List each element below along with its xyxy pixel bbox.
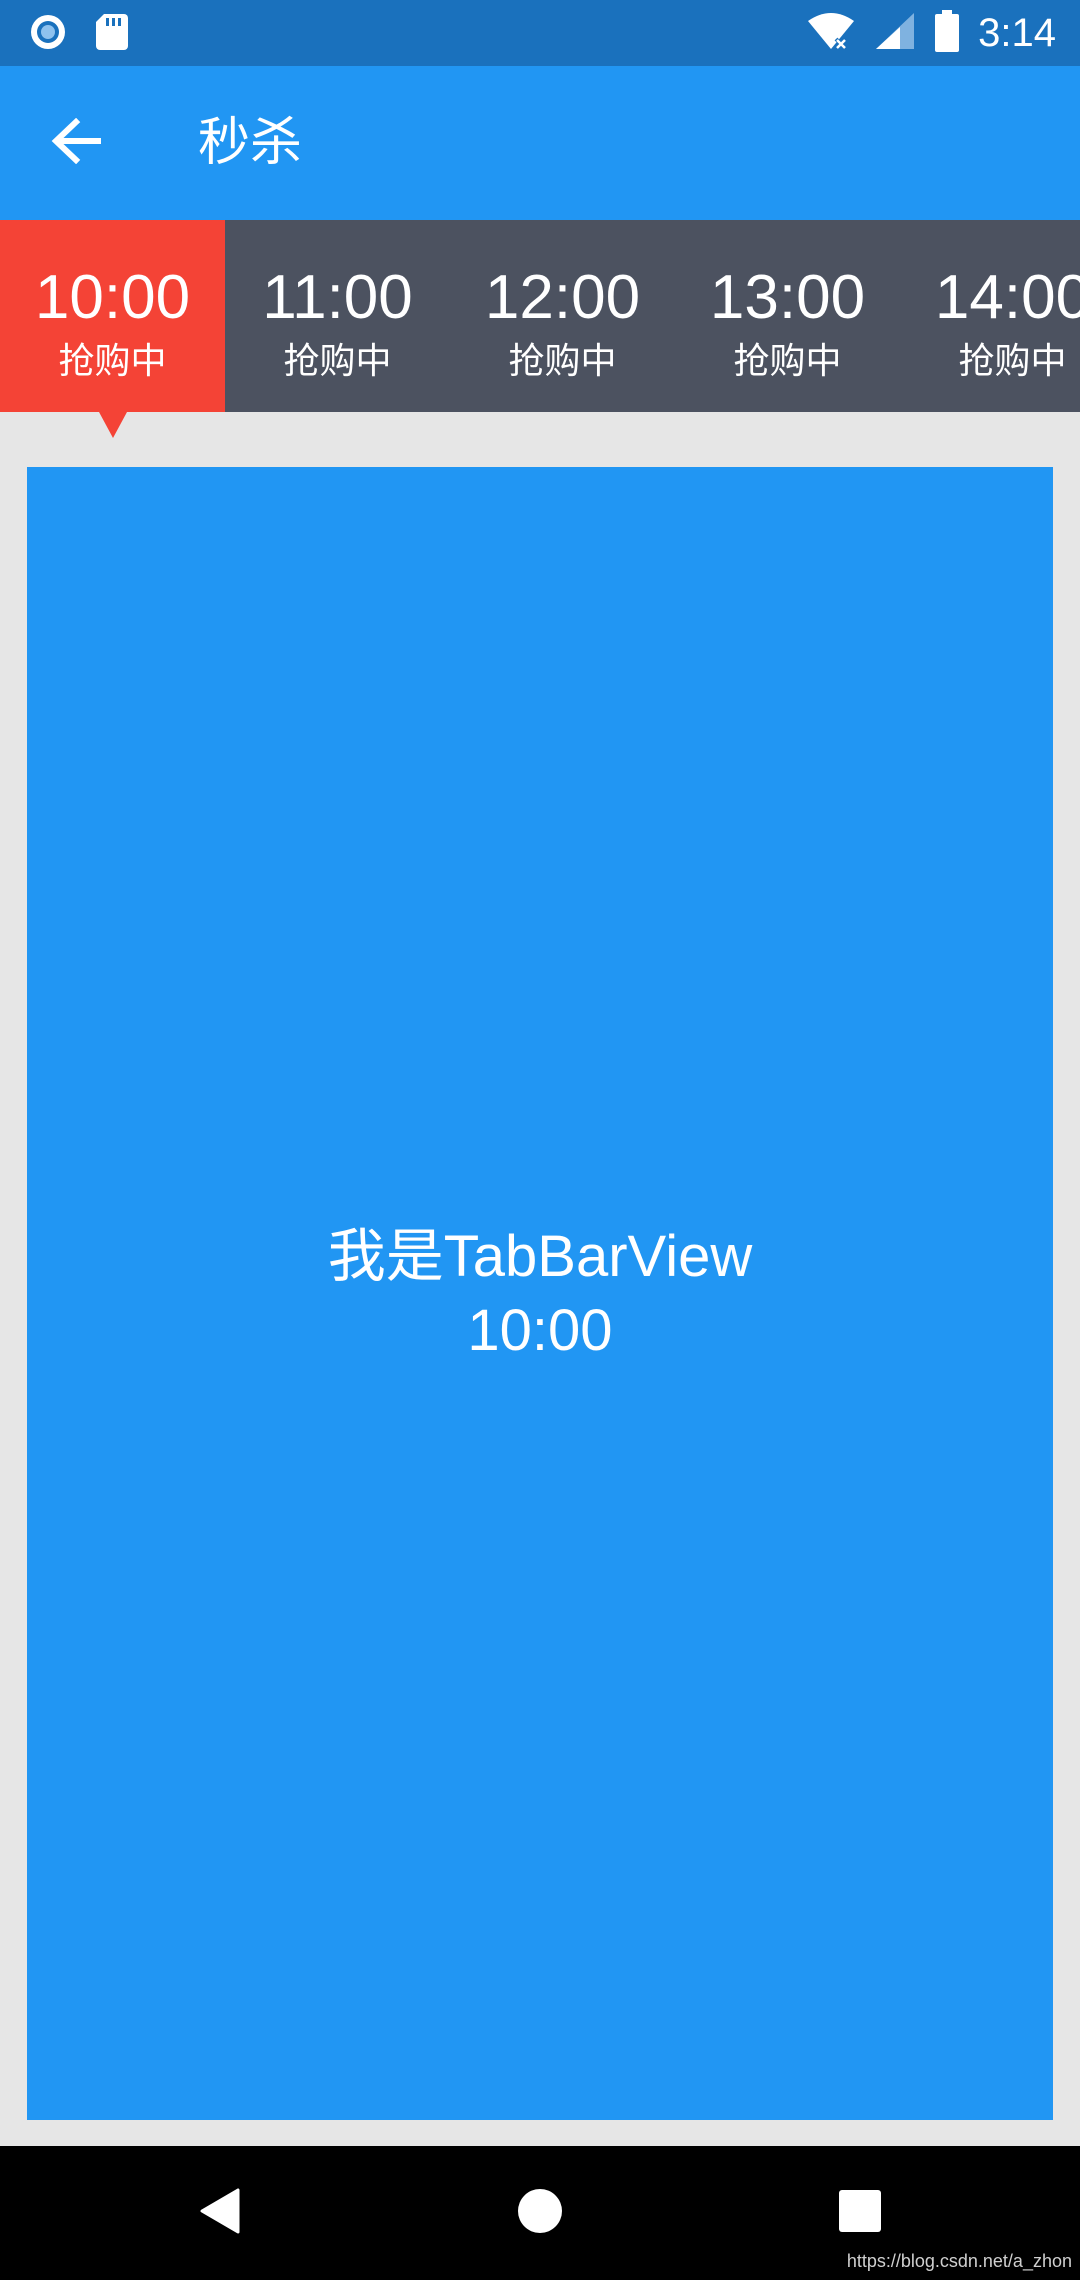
tab-1200[interactable]: 12:00 抢购中 xyxy=(450,220,675,412)
tab-1400[interactable]: 14:00 抢购中 xyxy=(900,220,1080,412)
tab-view-text: 我是TabBarView xyxy=(327,1223,753,1289)
tab-time: 11:00 xyxy=(262,263,413,332)
nav-recents-icon xyxy=(838,2189,882,2237)
wifi-off-icon xyxy=(806,11,856,55)
tab-bar-view: 我是TabBarView 10:00 xyxy=(27,467,1053,2120)
battery-icon xyxy=(934,10,960,56)
nav-home-button[interactable] xyxy=(500,2178,580,2248)
tab-status: 抢购中 xyxy=(958,341,1067,382)
tab-time: 13:00 xyxy=(709,263,866,332)
tab-time: 10:00 xyxy=(34,263,191,332)
watermark: https://blog.csdn.net/a_zhon xyxy=(846,2251,1072,2271)
sd-card-icon xyxy=(94,12,130,56)
tab-time: 14:00 xyxy=(934,263,1080,332)
page-title: 秒杀 xyxy=(198,113,303,173)
app-bar: 秒杀 xyxy=(0,66,1080,220)
content-area: 我是TabBarView 10:00 xyxy=(0,412,1080,2146)
tab-status: 抢购中 xyxy=(283,341,392,382)
tab-time: 12:00 xyxy=(484,263,641,332)
tab-1000[interactable]: 10:00 抢购中 xyxy=(0,220,225,412)
arrow-left-icon xyxy=(50,117,102,168)
status-bar: 3:14 xyxy=(0,0,1080,66)
status-right-icons: 3:14 xyxy=(806,8,1056,58)
system-nav-bar: https://blog.csdn.net/a_zhon xyxy=(0,2146,1080,2280)
tab-status: 抢购中 xyxy=(733,341,842,382)
nav-recents-button[interactable] xyxy=(820,2178,900,2248)
status-left-icons xyxy=(28,12,130,56)
time-tab-bar: 10:00 抢购中 11:00 抢购中 12:00 抢购中 13:00 抢购中 … xyxy=(0,220,1080,412)
status-time: 3:14 xyxy=(978,11,1056,55)
tab-status: 抢购中 xyxy=(58,341,167,382)
tab-status: 抢购中 xyxy=(508,341,617,382)
nav-back-button[interactable] xyxy=(180,2178,260,2248)
tab-1100[interactable]: 11:00 抢购中 xyxy=(225,220,450,412)
tab-view-time: 10:00 xyxy=(467,1297,613,1363)
nav-back-icon xyxy=(198,2188,242,2238)
back-button[interactable] xyxy=(36,108,116,178)
tab-1300[interactable]: 13:00 抢购中 xyxy=(675,220,900,412)
record-icon xyxy=(28,12,68,56)
active-tab-indicator xyxy=(99,412,127,438)
nav-home-icon xyxy=(517,2188,563,2238)
signal-icon xyxy=(874,11,916,55)
